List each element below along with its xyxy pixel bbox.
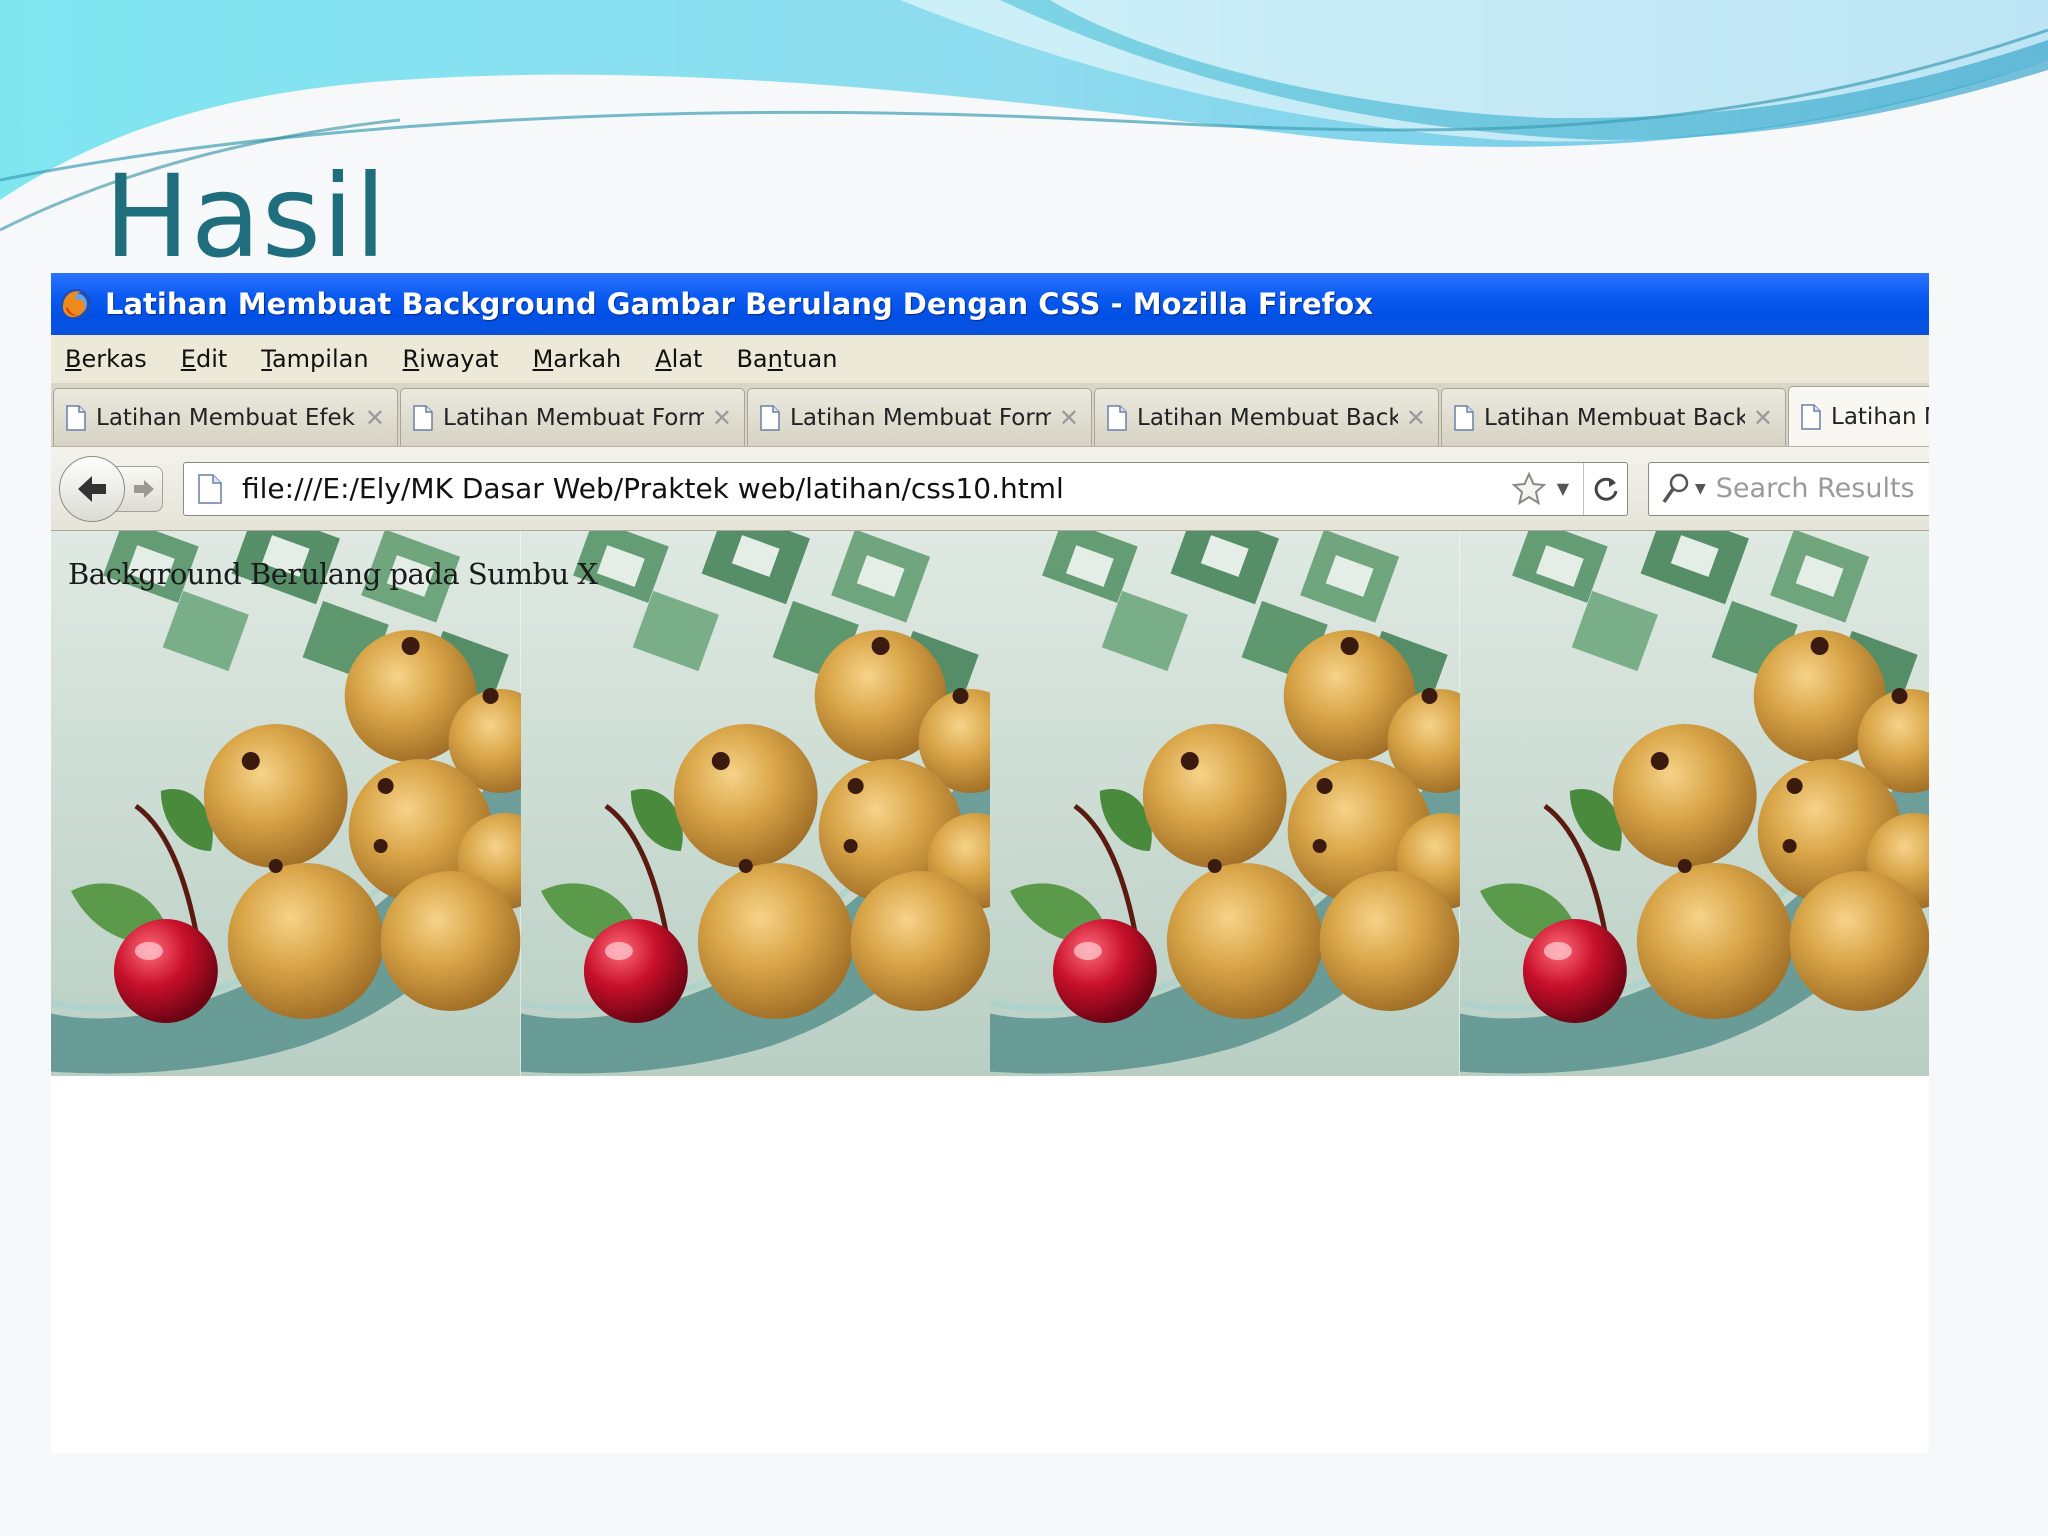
tab-bar: Latihan Membuat Efek ... ✕ Latihan Membu… bbox=[51, 383, 1929, 447]
url-text[interactable]: file:///E:/Ely/MK Dasar Web/Praktek web/… bbox=[242, 472, 1511, 505]
page-body-text: Background Berulang pada Sumbu X bbox=[68, 557, 598, 591]
window-titlebar[interactable]: Latihan Membuat Background Gambar Berula… bbox=[51, 273, 1929, 335]
tab-close-icon[interactable]: ✕ bbox=[1406, 404, 1426, 432]
menu-edit[interactable]: Edit bbox=[181, 345, 227, 373]
tab-close-icon[interactable]: ✕ bbox=[1059, 404, 1079, 432]
document-icon bbox=[760, 404, 780, 431]
menu-berkas[interactable]: Berkas bbox=[65, 345, 147, 373]
url-dropdown-icon[interactable]: ▼ bbox=[1557, 479, 1569, 498]
tab-label: Latihan Membuat Form... bbox=[443, 404, 704, 431]
page-icon bbox=[198, 473, 222, 504]
tab-1[interactable]: Latihan Membuat Efek ... ✕ bbox=[53, 388, 398, 446]
tab-close-icon[interactable]: ✕ bbox=[365, 404, 385, 432]
search-icon bbox=[1662, 473, 1689, 503]
document-icon bbox=[66, 404, 86, 431]
document-icon bbox=[1107, 404, 1127, 431]
menu-bantuan[interactable]: Bantuan bbox=[736, 345, 837, 373]
window-title: Latihan Membuat Background Gambar Berula… bbox=[105, 287, 1373, 321]
arrow-right-icon bbox=[134, 479, 154, 498]
menu-bar: Berkas Edit Tampilan Riwayat Markah Alat… bbox=[51, 335, 1929, 383]
cookie-background-image bbox=[51, 531, 521, 1076]
document-icon bbox=[413, 404, 433, 431]
document-icon bbox=[1454, 404, 1474, 431]
firefox-logo-icon bbox=[61, 289, 91, 319]
address-bar[interactable]: file:///E:/Ely/MK Dasar Web/Praktek web/… bbox=[183, 461, 1628, 516]
bookmark-star-icon[interactable] bbox=[1511, 471, 1547, 507]
tab-close-icon[interactable]: ✕ bbox=[1753, 404, 1773, 432]
reload-icon bbox=[1594, 477, 1617, 501]
tab-5[interactable]: Latihan Membuat Back... ✕ bbox=[1441, 388, 1786, 446]
navigation-toolbar: file:///E:/Ely/MK Dasar Web/Praktek web/… bbox=[51, 447, 1929, 531]
tab-close-icon[interactable]: ✕ bbox=[712, 404, 732, 432]
tab-3[interactable]: Latihan Membuat Form... ✕ bbox=[747, 388, 1092, 446]
page-content: Background Berulang pada Sumbu X bbox=[51, 531, 1929, 1453]
repeated-background-strip bbox=[51, 531, 1929, 1076]
document-icon bbox=[1801, 403, 1821, 430]
search-placeholder: Search Results bbox=[1715, 473, 1915, 504]
reload-button[interactable] bbox=[1583, 462, 1627, 515]
back-button[interactable] bbox=[59, 455, 125, 522]
cookie-background-image bbox=[521, 531, 991, 1076]
search-engine-dropdown-icon[interactable]: ▼ bbox=[1695, 481, 1706, 497]
menu-alat[interactable]: Alat bbox=[655, 345, 702, 373]
tab-6-active[interactable]: Latihan M bbox=[1788, 386, 1929, 446]
tab-label: Latihan Membuat Back... bbox=[1484, 404, 1745, 431]
browser-window: Latihan Membuat Background Gambar Berula… bbox=[51, 273, 1929, 1453]
menu-tampilan[interactable]: Tampilan bbox=[261, 345, 368, 373]
arrow-left-icon bbox=[78, 475, 106, 502]
tab-label: Latihan M bbox=[1831, 403, 1929, 430]
slide-title: Hasil bbox=[104, 150, 388, 283]
menu-riwayat[interactable]: Riwayat bbox=[403, 345, 499, 373]
cookie-background-image bbox=[990, 531, 1460, 1076]
cookie-background-image bbox=[1460, 531, 1930, 1076]
tab-label: Latihan Membuat Form... bbox=[790, 404, 1051, 431]
tab-label: Latihan Membuat Back... bbox=[1137, 404, 1398, 431]
search-box[interactable]: ▼ Search Results bbox=[1648, 461, 1929, 516]
tab-2[interactable]: Latihan Membuat Form... ✕ bbox=[400, 388, 745, 446]
tab-label: Latihan Membuat Efek ... bbox=[96, 404, 357, 431]
menu-markah[interactable]: Markah bbox=[533, 345, 622, 373]
tab-4[interactable]: Latihan Membuat Back... ✕ bbox=[1094, 388, 1439, 446]
